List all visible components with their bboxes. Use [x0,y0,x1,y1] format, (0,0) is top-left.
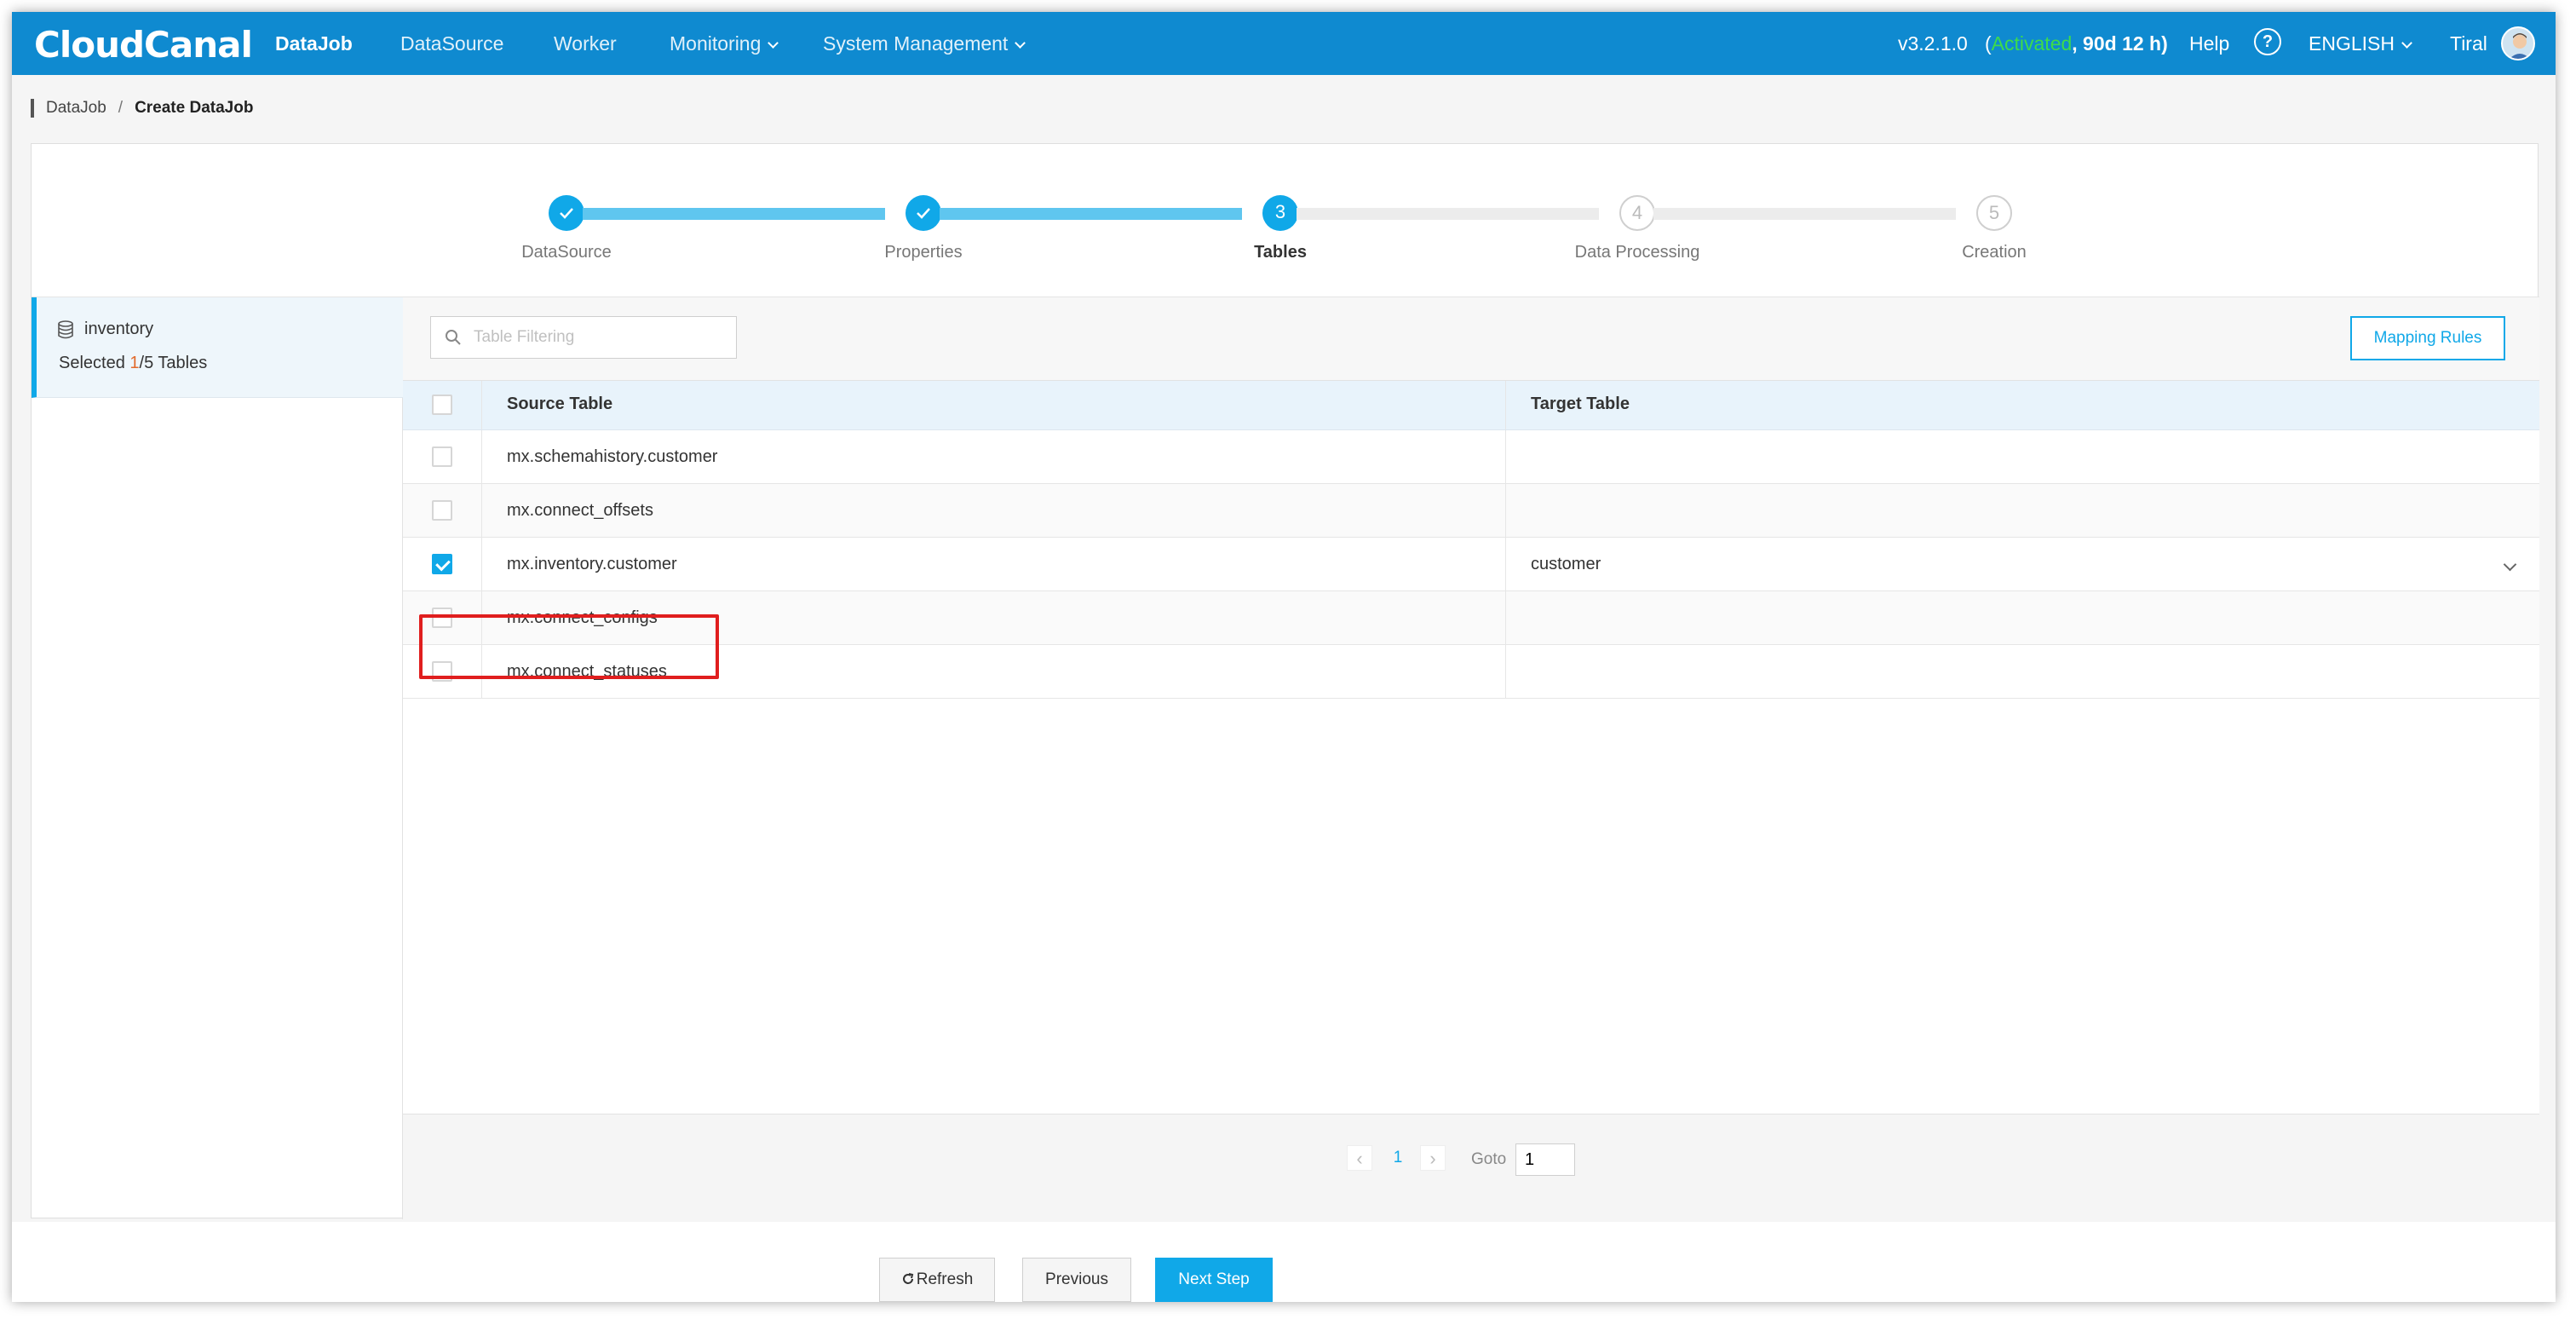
step-label-properties: Properties [884,243,963,262]
check-icon [560,208,573,219]
table-row[interactable]: mx.connect_configs [403,591,2539,645]
selected-tables-count: Selected 1/5 Tables [59,354,208,372]
version-label: v3.2.1.0 [1898,32,1968,55]
license-remaining: , 90d 12 h) [2072,32,2168,55]
chevron-down-icon [2401,37,2412,49]
row-checkbox-checked[interactable] [432,554,452,574]
footer-actions: Refresh Previous Next Step [12,1222,2556,1302]
step-label-data-processing: Data Processing [1574,243,1700,262]
row-checkbox[interactable] [432,446,452,467]
step-5-circle: 5 [1976,195,2012,231]
user-name[interactable]: Tiral [2450,32,2487,55]
nav-monitoring[interactable]: Monitoring [670,32,779,55]
table-row[interactable]: mx.schemahistory.customer [403,430,2539,484]
mapping-rules-button[interactable]: Mapping Rules [2350,316,2505,360]
user-avatar-icon [2509,33,2531,59]
database-list: inventory Selected 1/5 Tables [32,297,403,1219]
table-filter-input[interactable] [474,325,721,349]
previous-button[interactable]: Previous [1022,1258,1131,1302]
table-selection-panel: Mapping Rules Source Table Target Table … [403,297,2539,1219]
row-checkbox[interactable] [432,500,452,521]
database-name: inventory [57,320,153,339]
chevron-down-icon[interactable] [2503,557,2517,572]
create-datajob-card: 3 4 5 DataSource Properties Tables Data … [31,143,2539,1219]
license-status: (Activated, 90d 12 h) [1985,32,2168,55]
avatar[interactable] [2501,26,2535,60]
column-divider [481,430,482,483]
next-step-button[interactable]: Next Step [1155,1258,1273,1302]
target-table-select[interactable]: customer [1531,555,1601,574]
next-page-button[interactable]: › [1420,1145,1446,1171]
step-connector-3 [1297,208,1599,220]
step-label-creation: Creation [1962,243,2027,262]
goto-label: Goto [1471,1150,1507,1168]
step-label-datasource: DataSource [521,243,612,262]
activated-label: Activated [1991,32,2073,55]
database-item-inventory[interactable]: inventory Selected 1/5 Tables [32,297,403,398]
step-connector-4 [1653,208,1956,220]
page-number-1[interactable]: 1 [1383,1145,1413,1171]
top-nav: CloudCanal DataJob DataSource Worker Mon… [12,12,2556,75]
step-connector-2 [940,208,1242,220]
step-connector-1 [583,208,885,220]
nav-datasource[interactable]: DataSource [400,32,503,55]
breadcrumb-datajob[interactable]: DataJob [46,99,106,118]
breadcrumb-separator: / [118,99,124,117]
column-divider [481,484,482,537]
prev-page-button[interactable]: ‹ [1347,1145,1372,1171]
step-3-circle: 3 [1262,195,1298,231]
column-divider [1505,484,1506,537]
column-divider [481,538,482,590]
table-filter-box[interactable] [430,316,737,359]
search-icon [446,330,461,345]
refresh-button[interactable]: Refresh [879,1258,995,1302]
column-divider [1505,381,1506,429]
step-2-circle [906,195,941,231]
database-icon [58,320,73,338]
step-4-circle: 4 [1619,195,1655,231]
step-1-circle [549,195,584,231]
nav-system-management[interactable]: System Management [823,32,1026,55]
select-all-checkbox[interactable] [432,395,452,415]
column-divider [1505,538,1506,590]
help-link[interactable]: Help [2189,32,2229,55]
refresh-icon [902,1273,913,1284]
table-header: Source Table Target Table [403,381,2539,430]
app-window: CloudCanal DataJob DataSource Worker Mon… [12,12,2556,1302]
column-divider [1505,430,1506,483]
header-source-table: Source Table [507,395,613,413]
column-divider [481,381,482,429]
language-selector[interactable]: ENGLISH [2309,32,2412,55]
breadcrumb-current: Create DataJob [135,99,254,117]
source-table-cell: mx.schemahistory.customer [507,447,718,466]
table-row[interactable]: mx.inventory.customer customer [403,538,2539,591]
help-icon[interactable]: ? [2254,28,2281,55]
nav-worker[interactable]: Worker [554,32,617,55]
highlight-annotation [419,614,719,679]
check-icon [917,208,930,219]
logo: CloudCanal [34,24,253,66]
column-divider [1505,645,1506,698]
source-table-cell: mx.inventory.customer [507,555,677,573]
table-toolbar: Mapping Rules [403,297,2539,381]
column-divider [1505,591,1506,644]
step-label-tables: Tables [1254,243,1307,262]
breadcrumb: DataJob / Create DataJob [31,99,253,118]
source-table-cell: mx.connect_offsets [507,501,653,520]
breadcrumb-bar [31,99,34,118]
wizard-steps: 3 4 5 DataSource Properties Tables Data … [32,144,2539,297]
nav-datajob[interactable]: DataJob [275,32,353,55]
header-target-table: Target Table [1531,395,1630,413]
table-row[interactable]: mx.connect_statuses [403,645,2539,699]
goto-page-input[interactable] [1515,1143,1575,1176]
chevron-down-icon [768,37,779,49]
pagination: ‹ 1 › Goto [403,1114,2539,1219]
table-row[interactable]: mx.connect_offsets [403,484,2539,538]
chevron-down-icon [1015,37,1026,49]
